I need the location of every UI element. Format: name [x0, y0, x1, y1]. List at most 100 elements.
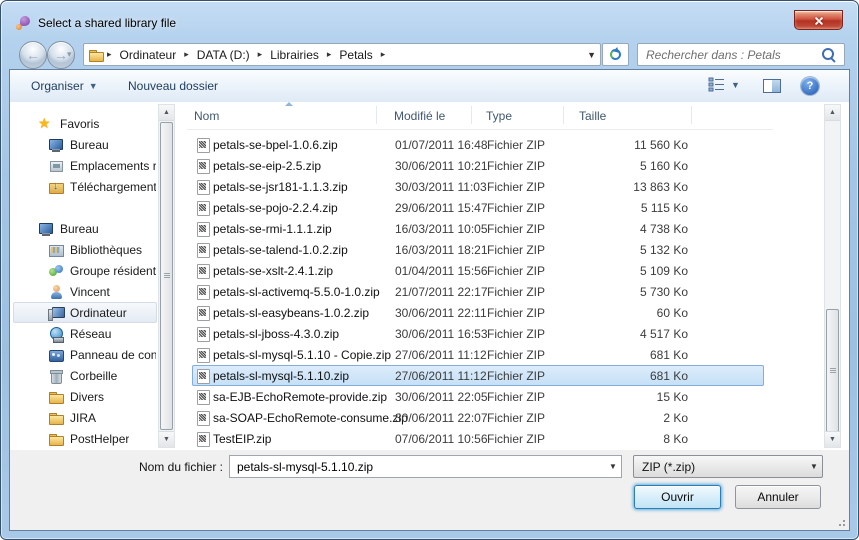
refresh-button[interactable] [602, 43, 629, 66]
sidebar-item-groupe-residentiel[interactable]: Groupe résidenti [13, 260, 157, 281]
column-separator[interactable] [691, 106, 692, 124]
history-dropdown[interactable]: ▾ [67, 49, 72, 60]
breadcrumb-label: Petals [334, 48, 377, 62]
file-row[interactable]: petals-se-rmi-1.1.1.zip16/03/2011 10:05F… [192, 218, 764, 239]
sidebar-item-label: Bureau [60, 222, 99, 236]
file-row[interactable]: petals-se-jsr181-1.1.3.zip30/03/2011 11:… [192, 176, 764, 197]
column-header-nom[interactable]: Nom [194, 102, 376, 129]
file-row[interactable]: petals-se-bpel-1.0.6.zip01/07/2011 16:48… [192, 134, 764, 155]
sidebar-item-bureau-root[interactable]: Bureau [13, 218, 157, 239]
sidebar-scrollbar[interactable]: ▲ ▼ [158, 104, 175, 448]
filetype-value: ZIP (*.zip) [634, 460, 806, 474]
file-open-dialog: Select a shared library file ← → ▾ ▸ Ord… [0, 0, 859, 540]
sidebar-item-panneau-de-configuration[interactable]: Panneau de conf [13, 344, 157, 365]
sidebar-scrollbar-thumb[interactable] [160, 122, 173, 430]
address-dropdown-icon[interactable]: ▼ [587, 44, 596, 65]
sidebar-item-corbeille[interactable]: Corbeille [13, 365, 157, 386]
scroll-down-icon[interactable]: ▼ [825, 431, 840, 447]
star-icon [38, 116, 54, 132]
list-scrollbar[interactable]: ▲ ▼ [824, 104, 841, 448]
file-row-selected[interactable]: petals-sl-mysql-5.1.10.zip27/06/2011 11:… [192, 365, 764, 386]
sidebar-item-label: Favoris [60, 117, 99, 131]
views-button[interactable]: ▼ [708, 77, 740, 92]
file-size: 8 Ko [533, 432, 688, 446]
file-row[interactable]: petals-sl-easybeans-1.0.2.zip30/06/2011 … [192, 302, 764, 323]
sidebar-item-ordinateur[interactable]: Ordinateur [13, 302, 157, 323]
breadcrumb-item[interactable]: Librairies▸ [265, 48, 334, 62]
search-icon[interactable] [821, 47, 836, 62]
file-name: petals-sl-mysql-5.1.10.zip [213, 369, 349, 383]
scroll-up-icon[interactable]: ▲ [825, 105, 840, 121]
zip-file-icon [195, 263, 211, 279]
file-row[interactable]: petals-sl-activemq-5.5.0-1.0.zip21/07/20… [192, 281, 764, 302]
sidebar-item-label: Bibliothèques [70, 243, 142, 257]
cancel-button[interactable]: Annuler [735, 485, 821, 509]
file-name: petals-sl-easybeans-1.0.2.zip [213, 306, 369, 320]
back-button[interactable]: ← [19, 41, 47, 69]
file-row[interactable]: petals-sl-mysql-5.1.10 - Copie.zip27/06/… [192, 344, 764, 365]
scroll-up-icon[interactable]: ▲ [159, 105, 174, 121]
zip-file-icon [195, 389, 211, 405]
folder-icon [48, 389, 64, 405]
sidebar-item-vincent[interactable]: Vincent [13, 281, 157, 302]
file-row[interactable]: petals-se-pojo-2.2.4.zip29/06/2011 15:47… [192, 197, 764, 218]
column-header-modifie-le[interactable]: Modifié le [394, 102, 471, 129]
file-row[interactable]: petals-se-xslt-2.4.1.zip01/04/2011 15:56… [192, 260, 764, 281]
file-modified: 16/03/2011 18:21 [395, 243, 488, 257]
filetype-select[interactable]: ZIP (*.zip) ▼ [633, 455, 823, 478]
sidebar-item-jira[interactable]: JIRA [13, 407, 157, 428]
filename-input[interactable] [230, 460, 605, 474]
organize-button[interactable]: Organiser ▼ [27, 70, 102, 102]
sidebar-item-emplacements-recents[interactable]: Emplacements ré [13, 155, 157, 176]
resize-grip[interactable] [834, 515, 846, 527]
file-row[interactable]: sa-SOAP-EchoRemote-consume.zip30/06/2011… [192, 407, 764, 428]
new-folder-button[interactable]: Nouveau dossier [124, 70, 222, 102]
scroll-down-icon[interactable]: ▼ [159, 431, 174, 447]
breadcrumb-separator-icon: ▸ [255, 49, 266, 60]
file-row[interactable]: sa-EJB-EchoRemote-provide.zip30/06/2011 … [192, 386, 764, 407]
help-button[interactable]: ? [801, 77, 819, 95]
sidebar-item-bibliotheques[interactable]: Bibliothèques [13, 239, 157, 260]
zip-file-icon [195, 347, 211, 363]
zip-file-icon [195, 179, 211, 195]
file-row[interactable]: petals-se-eip-2.5.zip30/06/2011 10:21Fic… [192, 155, 764, 176]
breadcrumb-item[interactable]: Ordinateur▸ [115, 48, 192, 62]
file-row[interactable]: TestEIP.zip07/06/2011 10:56Fichier ZIP8 … [192, 428, 764, 449]
organize-label: Organiser [31, 79, 84, 93]
column-separator[interactable] [563, 106, 564, 124]
open-button[interactable]: Ouvrir [634, 485, 721, 509]
column-header-taille[interactable]: Taille [579, 102, 689, 129]
sidebar-item-favoris[interactable]: Favoris [13, 113, 157, 134]
sidebar-item-reseau[interactable]: Réseau [13, 323, 157, 344]
breadcrumb-item[interactable]: DATA (D:)▸ [192, 48, 265, 62]
search-input[interactable] [638, 48, 821, 62]
zip-file-icon [195, 221, 211, 237]
file-size: 2 Ko [533, 411, 688, 425]
column-separator[interactable] [471, 106, 472, 124]
file-row[interactable]: petals-se-talend-1.0.2.zip16/03/2011 18:… [192, 239, 764, 260]
filename-combobox: ▼ [229, 455, 622, 478]
file-size: 5 730 Ko [533, 285, 688, 299]
sidebar-item-bureau[interactable]: Bureau [13, 134, 157, 155]
filename-dropdown-icon[interactable]: ▼ [605, 462, 621, 471]
file-size: 681 Ko [533, 348, 688, 362]
main-panel: Favoris Bureau Emplacements ré Télécharg… [10, 102, 849, 450]
sidebar-item-divers[interactable]: Divers [13, 386, 157, 407]
column-separator[interactable] [376, 106, 377, 124]
address-bar[interactable]: ▸ Ordinateur▸ DATA (D:)▸ Librairies▸ Pet… [83, 43, 601, 66]
preview-pane-button[interactable] [763, 79, 781, 93]
breadcrumb-item[interactable]: Petals▸ [334, 48, 388, 62]
close-button[interactable] [794, 10, 843, 30]
user-icon [48, 284, 64, 300]
breadcrumb-separator-icon: ▸ [181, 49, 192, 60]
file-name: petals-se-pojo-2.2.4.zip [213, 201, 338, 215]
sidebar-item-label: JIRA [70, 411, 96, 425]
file-row[interactable]: petals-sl-jboss-4.3.0.zip30/06/2011 16:5… [192, 323, 764, 344]
sidebar-item-label: Corbeille [70, 369, 117, 383]
sidebar-item-telechargements[interactable]: Téléchargements [13, 176, 157, 197]
column-header-type[interactable]: Type [486, 102, 560, 129]
list-scrollbar-thumb[interactable] [826, 309, 839, 432]
file-modified: 16/03/2011 10:05 [395, 222, 488, 236]
sidebar-item-posthelper[interactable]: PostHelper [13, 428, 157, 449]
new-folder-label: Nouveau dossier [128, 79, 218, 93]
